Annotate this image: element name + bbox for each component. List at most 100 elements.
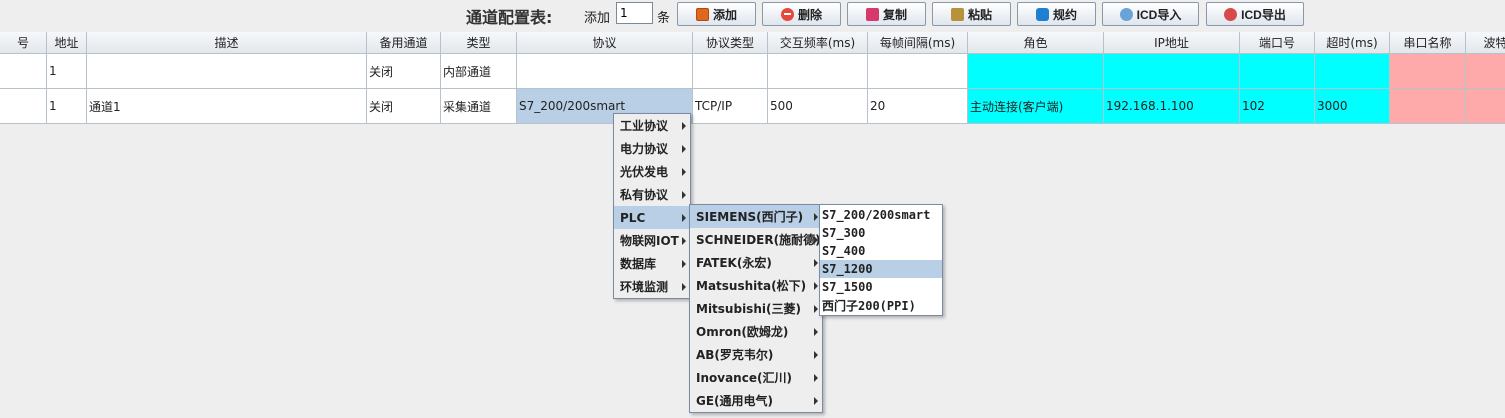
table-cell-index[interactable] [0,54,47,89]
table-cell-interval[interactable] [768,54,868,89]
column-header-description[interactable]: 描述 [87,32,367,54]
plc-vendor-item-5[interactable]: Omron(欧姆龙) [690,320,822,343]
table-cell-protocol[interactable] [517,54,693,89]
plc-vendor-item-label: GE(通用电气) [696,394,774,408]
table-cell-backup-channel[interactable]: 关闭 [367,89,441,124]
table-cell-address[interactable]: 1 [47,54,87,89]
table-cell-frame-gap[interactable] [868,54,968,89]
column-header-backup-channel[interactable]: 备用通道 [367,32,441,54]
column-header-ip-address[interactable]: IP地址 [1104,32,1240,54]
plc-vendor-item-label: Inovance(汇川) [696,371,792,385]
table-cell-baud[interactable] [1466,54,1505,89]
table-cell-frame-gap[interactable]: 20 [868,89,968,124]
table-cell-ip-address[interactable]: 192.168.1.100 [1104,89,1240,124]
icd-export-button[interactable]: ICD导出 [1206,2,1304,26]
plc-vendor-item-2[interactable]: FATEK(永宏) [690,251,822,274]
import-icon [1119,7,1133,21]
siemens-model-item-5[interactable]: 西门子200(PPI) [820,296,942,314]
protocol-category-item-5[interactable]: 物联网IOT [614,229,690,252]
plc-vendor-item-0[interactable]: SIEMENS(西门子) [690,205,822,228]
column-header-interval[interactable]: 交互频率(ms) [768,32,868,54]
table-cell-interval[interactable]: 500 [768,89,868,124]
siemens-model-item-2[interactable]: S7_400 [820,242,942,260]
protocol-category-item-1[interactable]: 电力协议 [614,137,690,160]
table-cell-serial-name[interactable] [1390,89,1466,124]
chevron-right-icon [814,374,818,382]
plc-vendor-item-7[interactable]: Inovance(汇川) [690,366,822,389]
table-cell-timeout[interactable]: 3000 [1315,89,1390,124]
protocol-category-item-7[interactable]: 环境监测 [614,275,690,298]
plc-vendor-item-6[interactable]: AB(罗克韦尔) [690,343,822,366]
siemens-model-item-label: S7_400 [822,244,866,258]
add-button[interactable]: 添加 [677,2,756,26]
column-header-type[interactable]: 类型 [441,32,517,54]
table-cell-index[interactable] [0,89,47,124]
protocol-category-item-6[interactable]: 数据库 [614,252,690,275]
column-header-baud[interactable]: 波特 [1466,32,1505,54]
chevron-right-icon [814,259,818,267]
table-cell-serial-name[interactable] [1390,54,1466,89]
delete-button[interactable]: 删除 [762,2,841,26]
delete-icon [780,7,794,21]
paste-button[interactable]: 粘贴 [932,2,1011,26]
column-header-role[interactable]: 角色 [968,32,1104,54]
protocol-category-item-label: 物联网IOT [620,234,679,248]
plc-vendor-menu: SIEMENS(西门子) SCHNEIDER(施耐德) FATEK(永宏) Matsu… [689,204,823,413]
table-cell-baud[interactable] [1466,89,1505,124]
add-count-input[interactable] [616,2,653,24]
toolbar: 通道配置表: 添加 条 添加 删除 复制 粘贴 规约 ICD导入 ICD导出 [0,0,1505,32]
plc-vendor-item-label: Matsushita(松下) [696,279,807,293]
add-count-label: 添加 [584,11,611,26]
column-header-protocol[interactable]: 协议 [517,32,693,54]
table-cell-protocol-type[interactable] [693,54,768,89]
table-cell-port[interactable] [1240,54,1315,89]
column-header-serial-name[interactable]: 串口名称 [1390,32,1466,54]
chevron-right-icon [682,191,686,199]
siemens-model-item-0[interactable]: S7_200/200smart [820,206,942,224]
plc-vendor-item-8[interactable]: GE(通用电气) [690,389,822,412]
siemens-model-item-3[interactable]: S7_1200 [820,260,942,278]
plc-vendor-item-3[interactable]: Matsushita(松下) [690,274,822,297]
protocol-category-item-0[interactable]: 工业协议 [614,114,690,137]
protocol-category-item-label: 私有协议 [620,188,669,202]
copy-button[interactable]: 复制 [847,2,926,26]
table-cell-role[interactable] [968,54,1104,89]
protocol-category-item-2[interactable]: 光伏发电 [614,160,690,183]
table-cell-timeout[interactable] [1315,54,1390,89]
column-header-protocol-type[interactable]: 协议类型 [693,32,768,54]
siemens-model-item-4[interactable]: S7_1500 [820,278,942,296]
protocol-category-item-label: PLC [620,210,646,225]
table-cell-port[interactable]: 102 [1240,89,1315,124]
chevron-right-icon [814,351,818,359]
column-header-address[interactable]: 地址 [47,32,87,54]
column-header-timeout[interactable]: 超时(ms) [1315,32,1390,54]
table-cell-description[interactable]: 通道1 [87,89,367,124]
table-cell-type[interactable]: 内部通道 [441,54,517,89]
table-cell-address[interactable]: 1 [47,89,87,124]
plc-vendor-item-4[interactable]: Mitsubishi(三菱) [690,297,822,320]
column-header-frame-gap[interactable]: 每帧间隔(ms) [868,32,968,54]
column-header-index[interactable]: 号 [0,32,47,54]
export-icon [1224,7,1238,21]
column-header-port[interactable]: 端口号 [1240,32,1315,54]
settings-icon [1035,7,1049,21]
protocol-category-item-3[interactable]: 私有协议 [614,183,690,206]
plc-vendor-item-1[interactable]: SCHNEIDER(施耐德) [690,228,822,251]
table-cell-description[interactable] [87,54,367,89]
chevron-right-icon [682,260,686,268]
plc-vendor-item-label: AB(罗克韦尔) [696,348,774,362]
protocol-category-item-label: 电力协议 [620,142,669,156]
table-cell-role[interactable]: 主动连接(客户端) [968,89,1104,124]
table-cell-type[interactable]: 采集通道 [441,89,517,124]
chevron-right-icon [682,214,686,222]
icd-import-button[interactable]: ICD导入 [1102,2,1199,26]
copy-icon [865,7,879,21]
protocol-rule-button[interactable]: 规约 [1017,2,1096,26]
chevron-right-icon [814,328,818,336]
table-cell-backup-channel[interactable]: 关闭 [367,54,441,89]
chevron-right-icon [682,122,686,130]
siemens-model-item-1[interactable]: S7_300 [820,224,942,242]
table-cell-protocol-type[interactable]: TCP/IP [693,89,768,124]
protocol-category-item-4[interactable]: PLC [614,206,690,229]
table-cell-ip-address[interactable] [1104,54,1240,89]
